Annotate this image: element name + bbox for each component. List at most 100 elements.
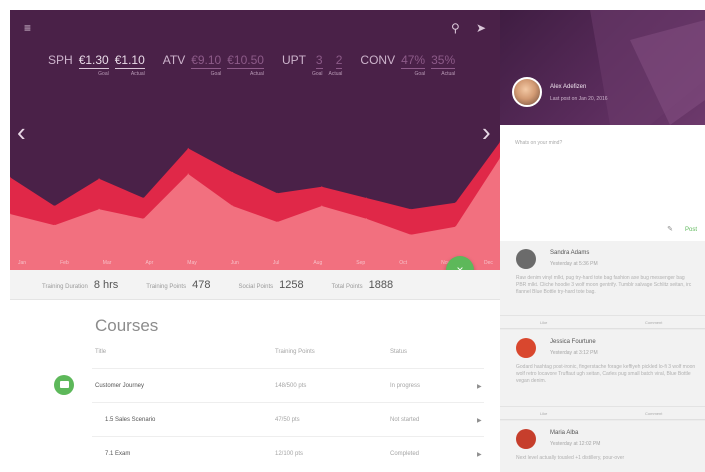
column-header-status: Status xyxy=(390,349,408,355)
feed-actions: Like Comment xyxy=(500,315,705,328)
comment-button[interactable]: Comment xyxy=(645,320,662,325)
play-icon[interactable]: ▶ xyxy=(477,451,482,458)
stats-bar: Training Duration 8 hrs Training Points 478… xyxy=(10,270,500,300)
data-point xyxy=(98,178,100,180)
post-button[interactable]: Post xyxy=(685,227,697,233)
folder-icon xyxy=(54,375,74,395)
stat-item: Training Duration 8 hrs xyxy=(42,279,118,291)
metric-actual-group: €10.50 Actual xyxy=(227,53,264,77)
month-tick-label: Sep xyxy=(356,260,366,266)
metric-actual: €10.50 xyxy=(227,53,264,69)
like-button[interactable]: Like xyxy=(540,411,547,416)
course-row[interactable]: 7.1 Exam 12/100 pts Completed ▶ xyxy=(92,436,484,470)
status-input[interactable]: Whats on your mind? xyxy=(515,140,562,146)
course-points: 148/500 pts xyxy=(275,383,307,389)
comment-button[interactable]: Comment xyxy=(645,411,662,416)
data-point xyxy=(321,205,323,207)
data-point xyxy=(187,147,189,149)
metric-goal-group: 47% Goal xyxy=(401,53,426,77)
feed-author: Sandra Adams xyxy=(550,250,590,256)
profile-last-post: Last post on Jan 20, 2016 xyxy=(550,96,608,102)
metric-name: SPH xyxy=(48,53,73,67)
metric-actual-label: Actual xyxy=(250,71,264,77)
metric-actual-group: 35% Actual xyxy=(431,53,456,77)
stat-value: 1888 xyxy=(368,278,394,291)
course-row[interactable]: Customer Journey 148/500 pts In progress… xyxy=(92,368,484,402)
metric-actual-label: Actual xyxy=(130,71,145,77)
stat-value: 8 hrs xyxy=(93,278,119,291)
metric-actual: €1.10 xyxy=(114,53,145,69)
play-icon[interactable]: ▶ xyxy=(477,383,482,390)
feed-author: Jessica Fourtune xyxy=(550,339,596,345)
avatar[interactable] xyxy=(516,429,536,449)
metric-actual: 2 xyxy=(335,53,343,69)
course-title: 1.5 Sales Scenario xyxy=(105,417,156,423)
course-title: Customer Journey xyxy=(95,383,145,389)
data-point xyxy=(54,205,55,207)
social-sidebar: Alex Adefizen Last post on Jan 20, 2016 … xyxy=(500,10,705,472)
app-frame: ≡ ⚲ ➤ SPH €1.30 Goal €1.10 Actual ATV €9.10 Goa… xyxy=(10,10,705,472)
metric-goal-label: Goal xyxy=(311,71,323,77)
metric-name: CONV xyxy=(360,53,396,67)
feed-text: Godard hashtag post-ironic, fingerstache… xyxy=(516,364,696,384)
metric-sph: SPH €1.30 Goal €1.10 Actual xyxy=(48,53,145,77)
month-tick-label: Jul xyxy=(272,260,280,266)
data-point xyxy=(455,202,456,204)
profile-cover: Alex Adefizen Last post on Jan 20, 2016 xyxy=(500,10,705,125)
next-arrow-icon[interactable]: › xyxy=(482,117,491,148)
search-icon[interactable]: ⚲ xyxy=(451,22,460,34)
prev-arrow-icon[interactable]: ‹ xyxy=(17,117,26,148)
data-point xyxy=(276,192,278,194)
metric-goal-group: €1.30 Goal xyxy=(78,53,109,77)
metric-goal: 47% xyxy=(401,53,426,69)
feed-item: Sandra Adams Yesterday at 5:36 PM Raw de… xyxy=(500,241,705,329)
menu-icon[interactable]: ≡ xyxy=(24,22,31,34)
pencil-icon: ✎ xyxy=(667,226,673,233)
stat-label: Training Duration xyxy=(42,283,88,290)
course-status: In progress xyxy=(390,383,421,389)
data-point xyxy=(321,186,323,188)
metric-atv: ATV €9.10 Goal €10.50 Actual xyxy=(163,53,264,77)
feed-item: Maria Alba Yesterday at 12:02 PM Next le… xyxy=(500,421,705,472)
feed-time: Yesterday at 5:36 PM xyxy=(550,261,598,267)
feed-time: Yesterday at 3:12 PM xyxy=(550,350,598,356)
profile-name: Alex Adefizen xyxy=(550,84,587,90)
metric-goal: 3 xyxy=(315,53,323,69)
stat-label: Total Points xyxy=(331,283,363,290)
data-point xyxy=(410,234,412,236)
course-row[interactable]: 1.5 Sales Scenario 47/50 pts Not started… xyxy=(92,402,484,436)
course-status: Completed xyxy=(390,451,420,457)
main-panel: ≡ ⚲ ➤ SPH €1.30 Goal €1.10 Actual ATV €9.10 Goa… xyxy=(10,10,500,472)
metric-actual-label: Actual xyxy=(441,71,456,77)
points-area-chart xyxy=(10,141,500,270)
data-point xyxy=(143,197,145,199)
data-point xyxy=(54,224,55,226)
metric-conv: CONV 47% Goal 35% Actual xyxy=(360,53,456,77)
avatar[interactable] xyxy=(512,77,542,107)
avatar[interactable] xyxy=(516,249,536,269)
compose-box[interactable]: Whats on your mind? ✎ Post xyxy=(500,125,705,241)
avatar[interactable] xyxy=(516,338,536,358)
data-point xyxy=(98,208,100,210)
like-button[interactable]: Like xyxy=(540,320,547,325)
course-points: 12/100 pts xyxy=(275,451,304,457)
month-tick-label: Aug xyxy=(313,260,323,266)
month-tick-label: Oct xyxy=(399,260,408,266)
course-status: Not started xyxy=(390,417,420,423)
data-point xyxy=(410,208,412,210)
metric-upt: UPT 3 Goal 2 Actual xyxy=(281,53,343,77)
month-tick-label: Jan xyxy=(18,260,27,266)
feed-text: Next level actually tousled +1 distiller… xyxy=(516,455,625,461)
data-point xyxy=(187,173,189,175)
send-icon[interactable]: ➤ xyxy=(476,22,486,34)
feed-item: Jessica Fourtune Yesterday at 3:12 PM Go… xyxy=(500,330,705,420)
stat-value: 478 xyxy=(192,278,211,291)
play-icon[interactable]: ▶ xyxy=(477,417,482,424)
metric-actual: 35% xyxy=(431,53,456,69)
metric-name: UPT xyxy=(281,53,306,67)
data-point xyxy=(276,221,278,223)
month-tick-label: Jun xyxy=(230,260,239,266)
stat-label: Social Points xyxy=(238,283,274,290)
feed-author: Maria Alba xyxy=(550,430,579,436)
data-point xyxy=(143,218,145,220)
